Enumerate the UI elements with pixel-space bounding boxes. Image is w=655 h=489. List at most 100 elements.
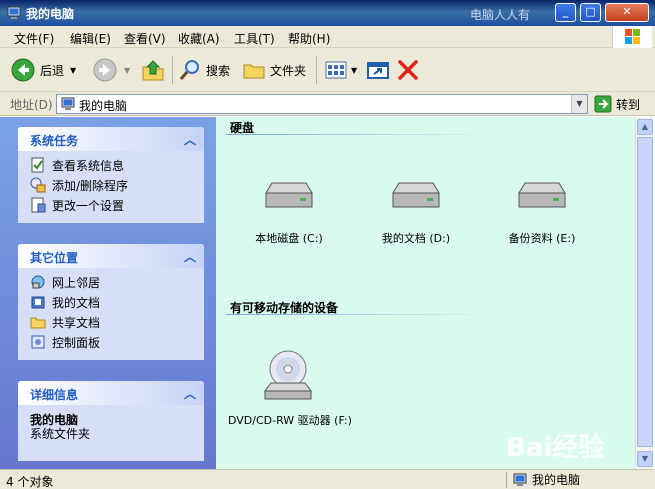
- place-network[interactable]: 网上邻居: [30, 272, 204, 292]
- menu-tools[interactable]: 工具(T): [234, 30, 275, 47]
- control-panel-icon: [31, 335, 45, 349]
- back-label: 后退: [40, 63, 65, 78]
- system-tasks-panel: 系统任务 ︿ 查看系统信息 添加/删除程序 更改一个设置: [18, 127, 204, 223]
- details-header[interactable]: 详细信息 ︿: [18, 381, 204, 405]
- forward-button[interactable]: ▼: [92, 56, 130, 84]
- title-bar[interactable]: 我的电脑 电脑人人有 _ □ ✕: [0, 0, 655, 26]
- task-add-remove-programs[interactable]: 添加/删除程序: [30, 175, 204, 195]
- status-location-label: 我的电脑: [532, 473, 581, 487]
- chevron-down-icon[interactable]: ▼: [70, 66, 76, 75]
- close-button[interactable]: ✕: [605, 3, 649, 22]
- up-folder-button[interactable]: [140, 56, 166, 84]
- collapse-chevron-icon[interactable]: ︿: [184, 385, 196, 402]
- group-divider: [226, 134, 496, 135]
- network-icon: [31, 275, 45, 289]
- back-button[interactable]: 后退 ▼: [10, 56, 76, 84]
- hard-drive-icon: [265, 182, 313, 208]
- system-tasks-header[interactable]: 系统任务 ︿: [18, 127, 204, 151]
- move-to-icon: [367, 62, 389, 79]
- other-places-header[interactable]: 其它位置 ︿: [18, 244, 204, 268]
- scroll-up-arrow-icon[interactable]: ▲: [637, 119, 653, 135]
- scroll-down-arrow-icon[interactable]: ▼: [637, 451, 653, 467]
- task-label: 查看系统信息: [52, 158, 125, 173]
- address-input[interactable]: 我的电脑 ▼: [56, 94, 588, 114]
- address-label: 地址(D): [10, 98, 53, 112]
- folder-icon: [243, 64, 265, 79]
- vertical-scrollbar[interactable]: ▲ ▼: [635, 117, 653, 469]
- chevron-down-icon[interactable]: ▼: [571, 95, 587, 113]
- drive-e[interactable]: 备份资料 (E:): [502, 179, 582, 246]
- menu-view[interactable]: 查看(V): [124, 30, 166, 47]
- drive-label: 备份资料 (E:): [508, 232, 576, 245]
- up-folder-icon: [142, 60, 164, 81]
- collapse-chevron-icon[interactable]: ︿: [184, 131, 196, 148]
- chevron-down-icon[interactable]: ▼: [351, 66, 357, 75]
- toolbar: 后退 ▼ ▼ 搜索 文件夹 ▼: [0, 48, 655, 92]
- menu-file[interactable]: 文件(F): [14, 30, 54, 47]
- move-to-button[interactable]: [366, 56, 390, 84]
- panel-title: 详细信息: [30, 388, 79, 402]
- task-label: 添加/删除程序: [52, 178, 129, 193]
- content-pane: 硬盘 本地磁盘 (C:) 我的文档 (D:) 备份资料 (E:) 有可移动存储的…: [216, 117, 635, 469]
- folders-button[interactable]: 文件夹: [242, 56, 306, 84]
- panel-title: 其它位置: [30, 251, 79, 265]
- task-pane: 系统任务 ︿ 查看系统信息 添加/删除程序 更改一个设置 其它位置 ︿ 网上邻居…: [0, 117, 216, 469]
- place-control-panel[interactable]: 控制面板: [30, 332, 204, 352]
- menu-bar: 文件(F) 编辑(E) 查看(V) 收藏(A) 工具(T) 帮助(H): [0, 26, 655, 48]
- status-separator: [506, 472, 507, 488]
- place-shared-documents[interactable]: 共享文档: [30, 312, 204, 332]
- details-name: 我的电脑: [30, 413, 79, 427]
- drive-c[interactable]: 本地磁盘 (C:): [254, 179, 324, 246]
- watermark-text: Bai经验: [506, 433, 605, 463]
- details-type: 系统文件夹: [30, 427, 91, 441]
- back-arrow-icon: [11, 58, 35, 82]
- drive-f[interactable]: DVD/CD-RW 驱动器 (F:): [228, 349, 352, 428]
- place-label: 控制面板: [52, 335, 101, 350]
- change-setting-icon: [31, 197, 46, 213]
- views-button[interactable]: ▼: [324, 56, 357, 84]
- place-label: 网上邻居: [52, 275, 101, 290]
- maximize-button[interactable]: □: [580, 3, 601, 22]
- status-location: 我的电脑: [512, 471, 580, 488]
- minimize-button[interactable]: _: [555, 3, 576, 22]
- address-value: 我的电脑: [79, 99, 128, 113]
- hard-drive-icon: [518, 182, 566, 208]
- window-title: 我的电脑: [26, 7, 75, 21]
- folder-icon: [30, 317, 46, 329]
- watermark-text: 电脑人人有: [470, 8, 531, 22]
- task-label: 更改一个设置: [52, 198, 125, 213]
- go-arrow-icon: [594, 95, 612, 113]
- other-places-panel: 其它位置 ︿ 网上邻居 我的文档 共享文档 控制面板: [18, 244, 204, 360]
- view-grid-icon: [325, 61, 347, 79]
- delete-button[interactable]: [396, 56, 420, 84]
- drive-d[interactable]: 我的文档 (D:): [376, 179, 456, 246]
- my-computer-icon: [61, 97, 75, 110]
- toolbar-separator: [316, 56, 317, 84]
- collapse-chevron-icon[interactable]: ︿: [184, 248, 196, 265]
- menu-help[interactable]: 帮助(H): [288, 30, 330, 47]
- search-button[interactable]: 搜索: [178, 56, 230, 84]
- menu-favorites[interactable]: 收藏(A): [178, 30, 220, 47]
- scroll-thumb[interactable]: [637, 137, 653, 447]
- group-divider: [226, 314, 496, 315]
- drive-label: 我的文档 (D:): [381, 232, 451, 245]
- menu-edit[interactable]: 编辑(E): [70, 30, 111, 47]
- search-icon: [179, 60, 199, 80]
- my-computer-icon: [7, 6, 21, 19]
- add-remove-programs-icon: [30, 177, 46, 193]
- go-button[interactable]: 转到: [594, 94, 640, 114]
- toolbar-separator: [172, 56, 173, 84]
- windows-logo-icon: [612, 26, 652, 48]
- task-view-system-info[interactable]: 查看系统信息: [30, 155, 204, 175]
- place-label: 我的文档: [52, 295, 101, 310]
- go-label: 转到: [616, 97, 641, 112]
- cd-drive-icon: [264, 350, 312, 400]
- drive-label: 本地磁盘 (C:): [255, 232, 323, 245]
- status-object-count: 4 个对象: [6, 475, 54, 489]
- task-change-setting[interactable]: 更改一个设置: [30, 195, 204, 215]
- chevron-down-icon[interactable]: ▼: [124, 66, 130, 75]
- place-my-documents[interactable]: 我的文档: [30, 292, 204, 312]
- drive-label: DVD/CD-RW 驱动器 (F:): [228, 414, 352, 427]
- hard-drive-icon: [392, 182, 440, 208]
- details-panel: 详细信息 ︿ 我的电脑 系统文件夹: [18, 381, 204, 461]
